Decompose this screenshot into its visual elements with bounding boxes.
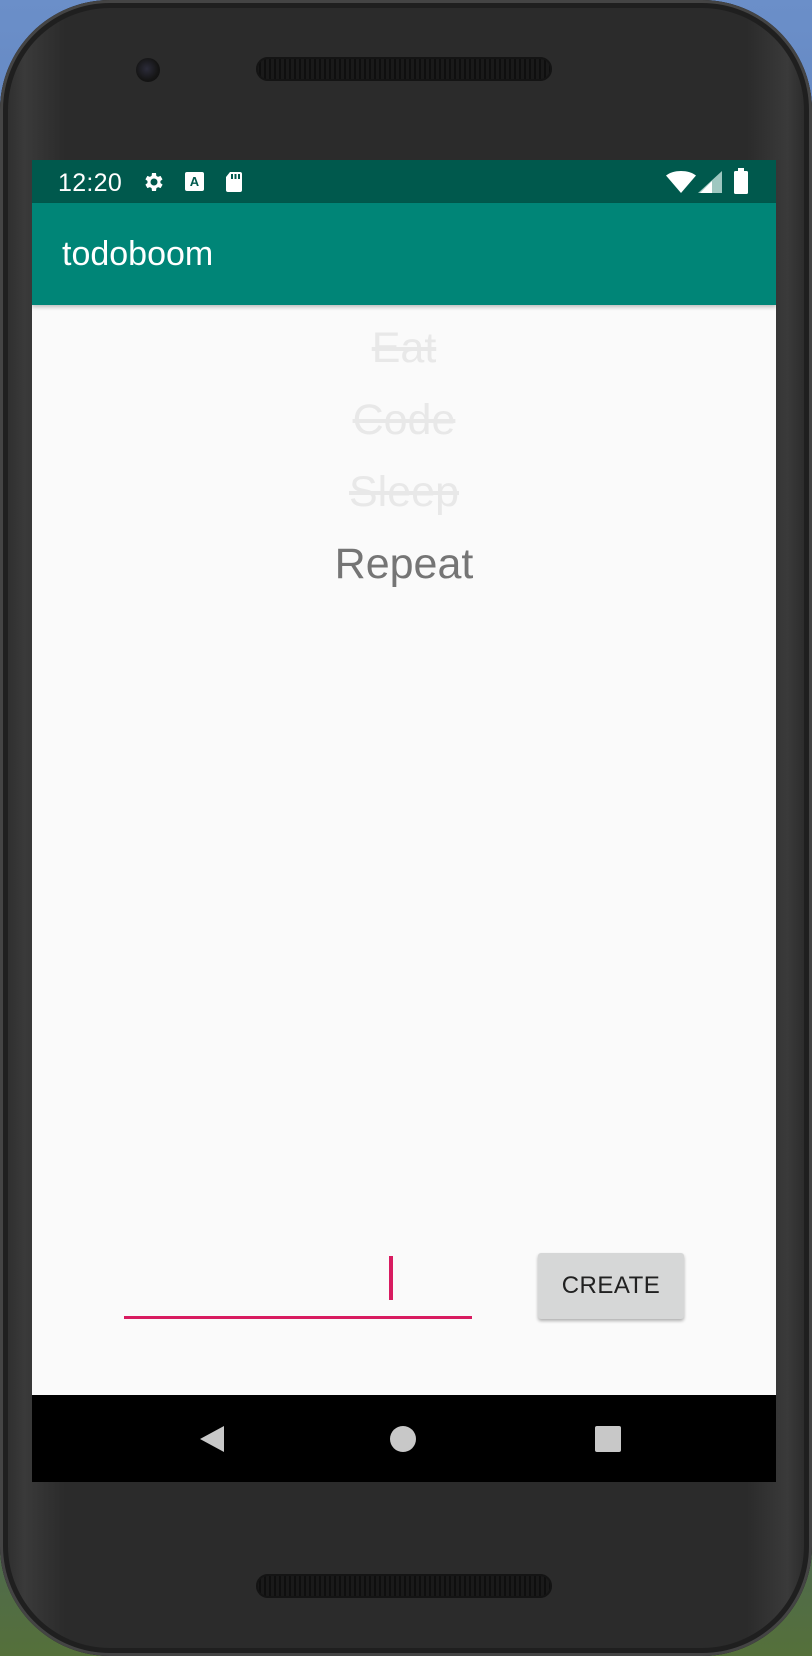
top-speaker-grille [256,57,552,81]
navigation-bar [32,1395,776,1482]
home-icon[interactable] [385,1421,421,1457]
battery-icon [734,168,748,199]
todo-item-repeat[interactable]: Repeat [32,528,776,600]
todo-item-sleep[interactable]: Sleep [32,456,776,528]
status-time: 12:20 [58,169,123,197]
settings-icon [142,170,166,199]
status-bar: 12:20 A [32,160,776,203]
app-bar: todoboom [32,203,776,305]
app-title: todoboom [62,235,214,273]
signal-icon [698,171,722,198]
phone-frame: 12:20 A todoboom Eat Code Sleep Repeat C… [0,0,812,1656]
bottom-speaker-grille [256,1574,552,1598]
wifi-icon [666,171,696,198]
todo-input-container [124,1250,476,1319]
todo-item-eat[interactable]: Eat [32,312,776,384]
text-cursor [389,1256,393,1300]
todo-item-code[interactable]: Code [32,384,776,456]
sd-card-icon [224,170,244,199]
screen: 12:20 A todoboom Eat Code Sleep Repeat C… [32,160,776,1482]
create-button[interactable]: CREATE [538,1253,684,1319]
recents-icon[interactable] [590,1421,626,1457]
todo-list: Eat Code Sleep Repeat [32,312,776,600]
svg-text:A: A [190,174,200,189]
keyboard-a-icon: A [184,170,206,199]
todo-input[interactable] [124,1250,476,1312]
back-icon[interactable] [194,1421,230,1457]
front-camera [136,58,160,82]
